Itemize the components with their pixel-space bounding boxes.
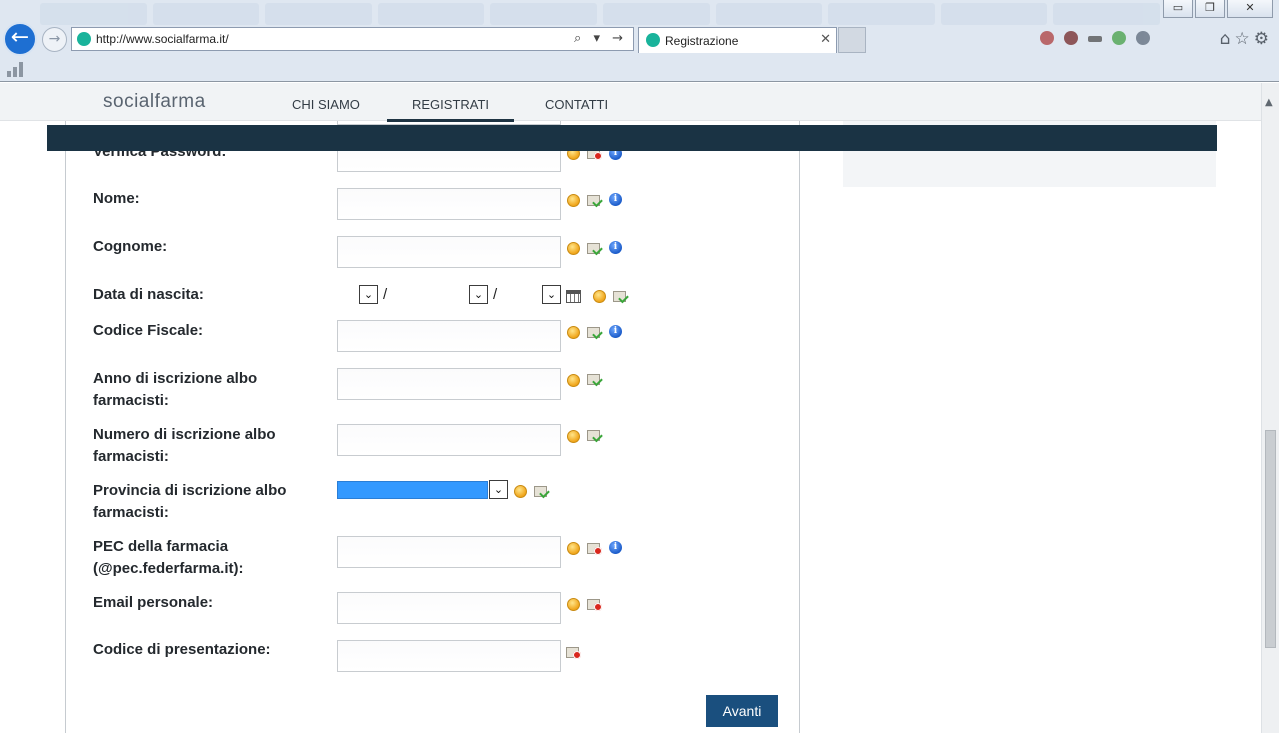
pec-input[interactable] <box>337 536 561 568</box>
warn-icon <box>567 542 580 555</box>
scroll-up-arrow[interactable]: ▲ <box>1265 97 1273 108</box>
background-tab[interactable] <box>40 3 147 25</box>
valid-icon <box>534 485 550 498</box>
label-numero-iscrizione: Numero di iscrizione albo farmacisti: <box>93 426 276 465</box>
nome-input[interactable] <box>337 188 561 220</box>
warn-icon <box>567 374 580 387</box>
codice-fiscale-input[interactable] <box>337 320 561 352</box>
tab-title: Registrazione <box>665 34 739 48</box>
site-favicon-icon <box>77 32 91 46</box>
label-pec-farmacia: PEC della farmacia (@pec.federfarma.it): <box>93 538 244 577</box>
year-select[interactable]: ⌄ <box>542 285 561 304</box>
invalid-icon <box>587 598 603 611</box>
extension-icon[interactable] <box>1064 31 1078 45</box>
back-button[interactable]: ← <box>3 22 37 56</box>
background-tab[interactable] <box>1053 3 1160 25</box>
background-tab[interactable] <box>828 3 935 25</box>
valid-icon <box>587 326 603 339</box>
info-icon[interactable]: i <box>609 193 622 206</box>
background-tab[interactable] <box>490 3 597 25</box>
background-tab[interactable] <box>602 3 710 25</box>
label-codice-fiscale: Codice Fiscale: <box>93 322 204 339</box>
extension-icon[interactable] <box>1040 31 1054 45</box>
toolbar-extensions <box>1040 31 1150 45</box>
valid-icon <box>587 373 603 386</box>
extension-icon[interactable] <box>1136 31 1150 45</box>
address-bar[interactable]: http://www.socialfarma.it/ ⌕ ▾ → <box>71 27 634 51</box>
valid-icon <box>613 290 629 303</box>
restore-button[interactable]: ❐ <box>1195 0 1225 18</box>
avanti-button[interactable]: Avanti <box>706 695 778 727</box>
scroll-thumb[interactable] <box>1265 430 1276 648</box>
valid-icon <box>587 194 603 207</box>
url-text[interactable]: http://www.socialfarma.it/ <box>96 32 229 46</box>
invalid-icon <box>587 542 603 555</box>
label-anno-iscrizione: Anno di iscrizione albo farmacisti: <box>93 370 258 409</box>
new-tab-button[interactable] <box>838 27 866 53</box>
label-cognome: Cognome: <box>93 238 168 255</box>
cognome-input[interactable] <box>337 236 561 268</box>
nav-chi-siamo[interactable]: CHI SIAMO <box>292 97 360 112</box>
warn-icon <box>514 485 527 498</box>
nav-contatti[interactable]: CONTATTI <box>545 97 608 112</box>
invalid-icon <box>566 646 582 659</box>
warn-icon <box>567 326 580 339</box>
label-provincia-iscrizione: Provincia di iscrizione albo farmacisti: <box>93 482 287 521</box>
codice-presentazione-input[interactable] <box>337 640 561 672</box>
page-viewport: socialfarma CHI SIAMO REGISTRATI CONTATT… <box>0 83 1261 733</box>
close-window-button[interactable]: ✕ <box>1227 0 1273 18</box>
site-logo[interactable]: socialfarma <box>103 91 206 113</box>
label-nome: Nome: <box>93 190 140 207</box>
info-icon[interactable]: i <box>609 241 622 254</box>
email-input[interactable] <box>337 592 561 624</box>
warn-icon <box>567 242 580 255</box>
extension-icon[interactable] <box>1088 36 1102 42</box>
info-icon[interactable]: i <box>609 541 622 554</box>
info-icon[interactable]: i <box>609 325 622 338</box>
background-tab[interactable] <box>265 3 372 25</box>
calendar-icon[interactable] <box>566 290 581 303</box>
month-select[interactable]: ⌄ <box>469 285 488 304</box>
label-codice-presentazione: Codice di presentazione: <box>93 641 271 658</box>
extension-icon[interactable] <box>1112 31 1126 45</box>
background-tab[interactable] <box>940 3 1048 25</box>
date-separator: / <box>383 286 388 303</box>
sticky-header-band <box>47 125 1217 151</box>
background-tab[interactable] <box>152 3 260 25</box>
tab-close-icon[interactable]: ✕ <box>820 32 831 47</box>
tab-registrazione[interactable]: Registrazione ✕ <box>638 27 837 53</box>
site-navbar: socialfarma CHI SIAMO REGISTRATI CONTATT… <box>0 83 1261 122</box>
warn-icon <box>567 194 580 207</box>
label-email-personale: Email personale: <box>93 594 214 611</box>
forward-button[interactable]: → <box>42 27 67 52</box>
page-scrollbar[interactable]: ▲ <box>1261 83 1279 733</box>
warn-icon <box>593 290 606 303</box>
day-select[interactable]: ⌄ <box>359 285 378 304</box>
anno-iscrizione-input[interactable] <box>337 368 561 400</box>
numero-iscrizione-input[interactable] <box>337 424 561 456</box>
provincia-select[interactable] <box>337 481 488 499</box>
browser-chrome: ▭ ❐ ✕ ← → http://www.socialfarma.it/ ⌕ ▾… <box>0 0 1279 82</box>
label-data-di-nascita: Data di nascita: <box>93 286 204 303</box>
home-favorites-settings-icons[interactable]: ⌂☆⚙ <box>1220 29 1273 49</box>
valid-icon <box>587 242 603 255</box>
background-tab[interactable] <box>715 3 823 25</box>
search-refresh-icons[interactable]: ⌕ ▾ → <box>574 31 627 46</box>
background-tabs <box>40 3 1160 25</box>
signal-bars-icon[interactable] <box>7 62 27 77</box>
window-controls: ▭ ❐ ✕ <box>1163 0 1273 18</box>
nav-registrati[interactable]: REGISTRATI <box>386 97 515 122</box>
warn-icon <box>567 598 580 611</box>
background-tab[interactable] <box>377 3 485 25</box>
minimize-button[interactable]: ▭ <box>1163 0 1193 18</box>
provincia-dropdown-arrow[interactable]: ⌄ <box>489 480 508 499</box>
date-separator: / <box>493 286 498 303</box>
tab-favicon-icon <box>646 33 660 47</box>
warn-icon <box>567 430 580 443</box>
valid-icon <box>587 429 603 442</box>
